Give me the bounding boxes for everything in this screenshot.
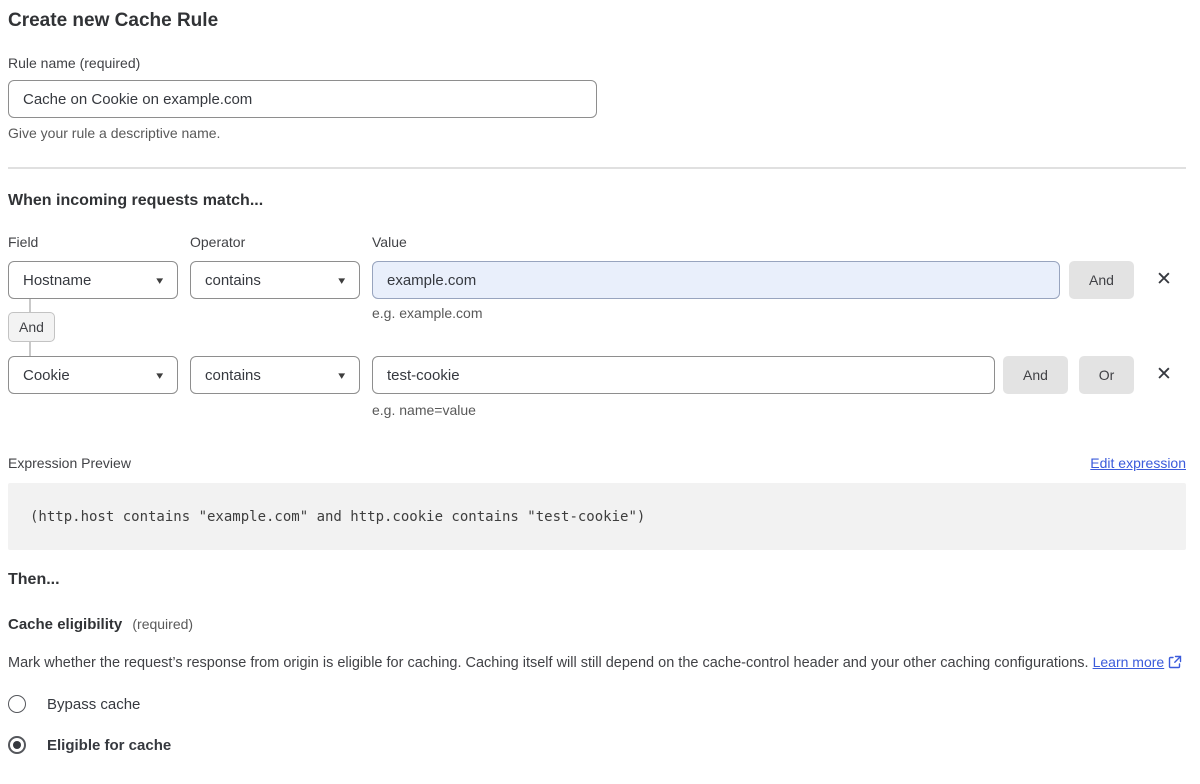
field-select-1[interactable]: Hostname ▾: [8, 261, 178, 299]
expression-code: (http.host contains "example.com" and ht…: [30, 509, 645, 525]
radio-option-eligible-for-cache[interactable]: Eligible for cache: [8, 736, 1186, 754]
connector-band: And e.g. example.com: [8, 299, 1186, 356]
add-or-condition-button-2[interactable]: Or: [1079, 356, 1134, 394]
external-link-icon: [1168, 654, 1182, 676]
expression-code-block: (http.host contains "example.com" and ht…: [8, 483, 1186, 550]
operator-select-1-value: contains: [205, 272, 261, 289]
remove-condition-button-2[interactable]: ✕: [1142, 356, 1186, 394]
match-heading: When incoming requests match...: [8, 192, 1186, 210]
condition-column-labels: Field Operator Value: [8, 234, 1186, 250]
operator-select-2-value: contains: [205, 367, 261, 384]
then-heading: Then...: [8, 571, 1186, 589]
field-select-1-value: Hostname: [23, 272, 91, 289]
value-hint-1: e.g. example.com: [372, 305, 483, 321]
radio-option-bypass-cache[interactable]: Bypass cache: [8, 695, 1186, 713]
field-select-2-value: Cookie: [23, 367, 70, 384]
radio-label-bypass: Bypass cache: [47, 696, 140, 713]
value-column-label: Value: [372, 234, 407, 250]
connector-and-chip[interactable]: And: [8, 312, 55, 342]
chevron-down-icon: ▾: [157, 274, 164, 287]
operator-select-1[interactable]: contains ▾: [190, 261, 360, 299]
rule-name-input[interactable]: [8, 80, 597, 118]
description-text: Mark whether the request’s response from…: [8, 655, 1089, 671]
operator-select-2[interactable]: contains ▾: [190, 356, 360, 394]
cache-eligibility-title: Cache eligibility: [8, 616, 122, 633]
section-divider: [8, 167, 1186, 169]
radio-label-eligible: Eligible for cache: [47, 737, 171, 754]
required-note: (required): [132, 616, 193, 632]
value-input-2[interactable]: [372, 356, 995, 394]
expression-header: Expression Preview Edit expression: [8, 455, 1186, 471]
chevron-down-icon: ▾: [339, 274, 346, 287]
edit-expression-link[interactable]: Edit expression: [1090, 455, 1186, 471]
add-and-condition-button-2[interactable]: And: [1003, 356, 1068, 394]
field-select-2[interactable]: Cookie ▾: [8, 356, 178, 394]
condition-row-2: Cookie ▾ contains ▾ And Or ✕: [8, 356, 1186, 394]
value-hint-2: e.g. name=value: [372, 402, 1186, 418]
rule-name-label: Rule name (required): [8, 55, 1186, 71]
close-icon: ✕: [1156, 364, 1172, 385]
close-icon: ✕: [1156, 269, 1172, 290]
page-title: Create new Cache Rule: [8, 8, 1186, 32]
chevron-down-icon: ▾: [339, 369, 346, 382]
remove-condition-button-1[interactable]: ✕: [1142, 261, 1186, 299]
radio-button-icon[interactable]: [8, 736, 26, 754]
radio-button-icon[interactable]: [8, 695, 26, 713]
create-cache-rule-form: Create new Cache Rule Rule name (require…: [0, 0, 1200, 754]
condition-row-1: Hostname ▾ contains ▾ And ✕: [8, 261, 1186, 299]
operator-column-label: Operator: [190, 234, 372, 250]
add-and-condition-button-1[interactable]: And: [1069, 261, 1134, 299]
rule-name-help: Give your rule a descriptive name.: [8, 125, 1186, 141]
expression-preview-label: Expression Preview: [8, 455, 131, 471]
value-input-1[interactable]: [372, 261, 1060, 299]
cache-eligibility-heading: Cache eligibility (required): [8, 616, 1186, 633]
chevron-down-icon: ▾: [157, 369, 164, 382]
cache-eligibility-description: Mark whether the request’s response from…: [8, 651, 1186, 676]
field-column-label: Field: [8, 234, 190, 250]
learn-more-link[interactable]: Learn more: [1093, 654, 1165, 670]
